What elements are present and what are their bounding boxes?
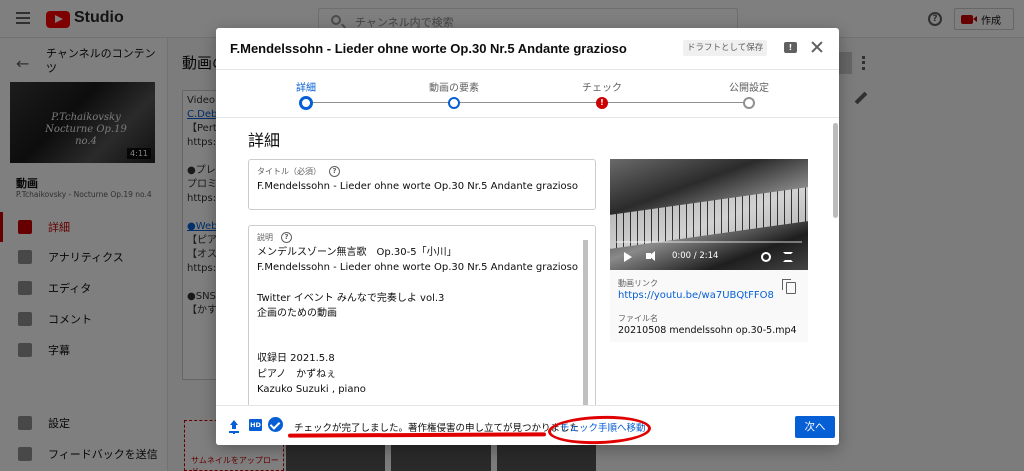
title-value: F.Mendelssohn - Lieder ohne worte Op.30 … [257, 181, 578, 192]
desc-line: ピアノ かずねぇ [257, 368, 337, 380]
step-details[interactable]: 詳細 [256, 79, 356, 110]
step-check[interactable]: チェック ! [552, 79, 652, 109]
draft-badge: ドラフトとして保存 [683, 40, 768, 56]
step-label: チェック [582, 83, 622, 94]
step-dot-icon [299, 96, 313, 110]
dialog-scrollbar[interactable] [833, 123, 838, 218]
video-details-dialog: F.Mendelssohn - Lieder ohne worte Op.30 … [216, 28, 839, 445]
description-scrollbar[interactable] [583, 240, 588, 405]
title-field-label: タイトル（必須） ? [257, 166, 340, 177]
desc-field-label: 説明 ? [257, 232, 292, 243]
fullscreen-icon[interactable] [783, 252, 793, 262]
desc-line [257, 321, 577, 336]
feedback-icon[interactable]: ! [784, 42, 797, 53]
step-dot-icon [448, 97, 460, 109]
desc-line: Kazuko Suzuki , piano [257, 383, 366, 395]
help-question-icon[interactable]: ? [281, 232, 292, 243]
close-icon[interactable] [810, 40, 824, 54]
volume-icon[interactable] [646, 251, 655, 261]
stepper-line [306, 102, 748, 103]
step-video-elements[interactable]: 動画の要素 [404, 79, 504, 109]
next-button[interactable]: 次へ [795, 416, 835, 438]
description-textarea[interactable]: 説明 ? メンデルスゾーン無言歌 Op.30-5「小川」 F.Mendelsso… [248, 225, 596, 405]
upload-icon [229, 420, 239, 433]
error-exclamation-icon: ! [596, 97, 608, 109]
copy-icon[interactable] [782, 279, 796, 294]
video-link-label: 動画リンク [618, 279, 658, 288]
desc-label-text: 説明 [257, 233, 273, 242]
desc-line: Twitter イベント みんなで完奏しよ vol.3 [257, 292, 445, 304]
video-time: 0:00 / 2:14 [672, 251, 719, 261]
desc-line: 企画のための動画 [257, 307, 337, 319]
dialog-header: F.Mendelssohn - Lieder ohne worte Op.30 … [216, 28, 839, 70]
desc-line: メンデルスゾーン無言歌 Op.30-5「小川」 [257, 247, 457, 258]
step-label: 動画の要素 [429, 83, 479, 94]
desc-line: F.Mendelssohn - Lieder ohne worte Op.30 … [257, 262, 578, 274]
title-input[interactable]: タイトル（必須） ? F.Mendelssohn - Lieder ohne w… [248, 159, 596, 210]
step-visibility[interactable]: 公開設定 [699, 79, 799, 109]
section-heading: 詳細 [248, 131, 281, 150]
description-text: メンデルスゾーン無言歌 Op.30-5「小川」 F.Mendelssohn - … [257, 245, 578, 397]
file-name-label: ファイル名 [618, 314, 658, 323]
dialog-title: F.Mendelssohn - Lieder ohne worte Op.30 … [230, 41, 627, 56]
hd-icon: HD [249, 419, 262, 431]
play-icon[interactable] [624, 252, 632, 262]
help-question-icon[interactable]: ? [329, 166, 340, 177]
step-label: 詳細 [296, 83, 316, 94]
dialog-body: 詳細 タイトル（必須） ? F.Mendelssohn - Lieder ohn… [216, 119, 839, 405]
step-label: 公開設定 [729, 83, 769, 94]
desc-line [257, 275, 577, 290]
desc-line [257, 336, 577, 351]
step-dot-icon [743, 97, 755, 109]
check-complete-icon [268, 417, 283, 432]
title-label-text: タイトル（必須） [257, 167, 321, 176]
upload-stepper: 詳細 動画の要素 チェック ! 公開設定 [216, 70, 839, 118]
gear-icon[interactable] [761, 252, 771, 262]
dialog-footer: HD チェックが完了しました。著作権侵害の申し立てが見つかりました チェック手順… [216, 405, 839, 445]
video-progress-bar[interactable] [616, 241, 802, 243]
desc-line: 収録日 2021.5.8 [257, 353, 335, 365]
video-link[interactable]: https://youtu.be/wa7UBQtFFO8 [618, 290, 774, 301]
video-frame [610, 187, 808, 249]
file-name: 20210508 mendelssohn op.30-5.mp4 [618, 325, 797, 336]
video-preview-card: 0:00 / 2:14 動画リンク https://youtu.be/wa7UB… [610, 159, 808, 342]
video-player[interactable]: 0:00 / 2:14 [610, 159, 808, 270]
